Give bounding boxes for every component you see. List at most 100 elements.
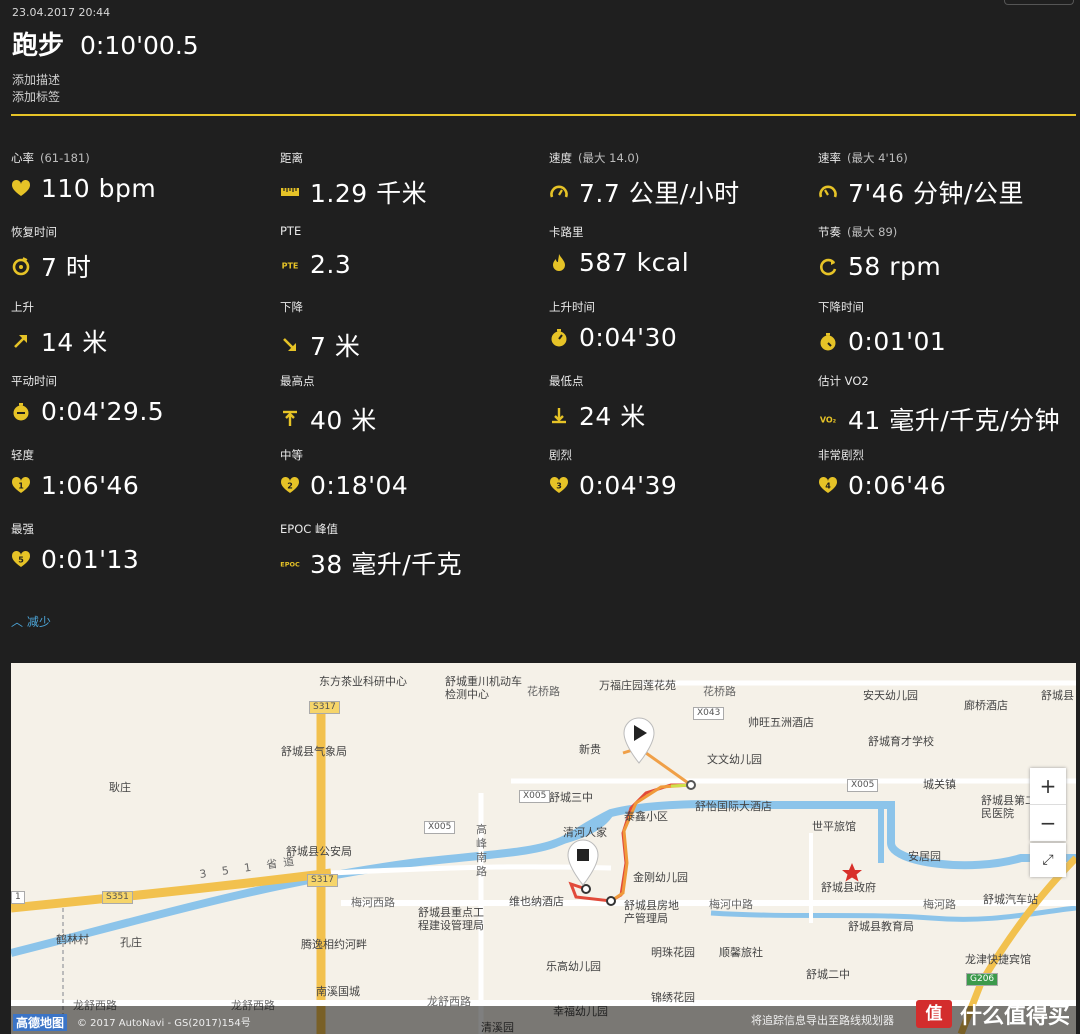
- map-road-badge: G206: [966, 973, 999, 986]
- map-poi-label[interactable]: 舒城县重点工程建设管理局: [418, 906, 486, 932]
- zoom-in-button[interactable]: +: [1030, 768, 1066, 804]
- map-poi-label[interactable]: 舒城三中: [549, 791, 593, 804]
- svg-text:1: 1: [18, 481, 24, 490]
- map-poi-label[interactable]: 清河人家: [563, 826, 607, 839]
- metric-label: 距离: [280, 151, 303, 165]
- ruler-icon: [280, 182, 300, 202]
- svg-text:2: 2: [287, 481, 293, 490]
- metric-arrow-up-right: 上升 14 米: [11, 299, 271, 359]
- metric-label: 轻度: [11, 448, 34, 462]
- map-poi-label[interactable]: 孔庄: [120, 936, 142, 949]
- metric-label: 恢复时间: [11, 225, 57, 239]
- map-poi-label[interactable]: 龙津快捷宾馆: [965, 953, 1031, 966]
- chevron-up-icon: ︿: [11, 615, 24, 629]
- metric-lowest-point: 最低点 24 米: [549, 373, 809, 433]
- workout-duration: 0:10'00.5: [80, 31, 199, 60]
- map-poi-label[interactable]: 万福庄园莲花苑: [599, 679, 676, 692]
- metric-value: 24 米: [579, 402, 646, 431]
- metric-stopwatch-flat: 平动时间 0:04'29.5: [11, 373, 271, 426]
- map-poi-label[interactable]: 顺馨旅社: [719, 946, 763, 959]
- map-poi-label[interactable]: 乐高幼儿园: [546, 960, 601, 973]
- metric-value: 14 米: [41, 328, 108, 357]
- map-road-label: 梅河路: [923, 898, 956, 911]
- metric-label: 估计 VO2: [818, 374, 869, 388]
- map-poi-label[interactable]: 维也纳酒店: [509, 895, 564, 908]
- map-poi-label[interactable]: 舒城县气象局: [281, 745, 347, 758]
- route-map[interactable]: 东方茶业科研中心 舒城重川机动车检测中心 万福庄园莲花苑安天幼儿园 舒城县廊桥酒店帅旺…: [11, 663, 1076, 1034]
- map-poi-label[interactable]: 城关镇: [923, 778, 956, 791]
- metric-value: 0:18'04: [310, 471, 409, 500]
- metric-highest-point: 最高点 40 米: [280, 373, 540, 437]
- map-poi-label[interactable]: 金刚幼儿园: [633, 871, 688, 884]
- metric-value: 38 毫升/千克: [310, 550, 463, 579]
- metric-recovery: 恢复时间 7 时: [11, 224, 271, 284]
- map-poi-label[interactable]: 新贵: [579, 743, 601, 756]
- map-poi-label[interactable]: 明珠花园: [651, 946, 695, 959]
- heart-icon: [11, 179, 31, 199]
- metric-pte: PTE PTE 2.3: [280, 224, 540, 279]
- map-poi-label[interactable]: 舒城县房地产管理局: [624, 899, 681, 925]
- metric-value: 0:01'13: [41, 545, 140, 574]
- metric-label: 速率 (最大 4'16): [818, 151, 908, 165]
- fullscreen-button[interactable]: ⤢: [1030, 843, 1066, 877]
- metric-label: 节奏 (最大 89): [818, 225, 898, 239]
- map-poi-label[interactable]: 文文幼儿园: [707, 753, 762, 766]
- map-poi-label[interactable]: 南溪国城: [316, 985, 360, 998]
- map-poi-label[interactable]: 舒城县政府: [821, 881, 876, 894]
- map-poi-label[interactable]: 舒怡国际大酒店: [695, 800, 772, 813]
- map-poi-label[interactable]: 舒城县: [1041, 689, 1074, 702]
- metric-value: 587 kcal: [579, 248, 690, 277]
- add-tags-link[interactable]: 添加标签: [12, 89, 1080, 106]
- map-poi-label[interactable]: 安天幼儿园: [863, 689, 918, 702]
- metric-value: 1.29 千米: [310, 179, 428, 208]
- metric-cadence: 节奏 (最大 89) 58 rpm: [818, 224, 1078, 281]
- metric-value: 2.3: [310, 250, 352, 279]
- map-poi-label[interactable]: 舒城重川机动车检测中心: [445, 675, 524, 701]
- top-right-control[interactable]: [1004, 0, 1074, 5]
- metric-label: 心率 (61-181): [11, 151, 90, 165]
- metric-label: 速度 (最大 14.0): [549, 151, 640, 165]
- map-poi-label[interactable]: 耿庄: [109, 781, 131, 794]
- metric-heart-zone-4: 非常剧烈 4 0:06'46: [818, 447, 1078, 500]
- map-poi-label[interactable]: 帅旺五洲酒店: [748, 716, 814, 729]
- map-road-badge: S317: [309, 701, 340, 714]
- speedometer-icon: [549, 182, 569, 202]
- svg-text:5: 5: [18, 555, 24, 564]
- add-description-link[interactable]: 添加描述: [12, 72, 1080, 89]
- map-zoom-control: + −: [1030, 768, 1066, 841]
- map-poi-label[interactable]: 舒城汽车站: [983, 893, 1038, 906]
- svg-text:4: 4: [825, 481, 831, 490]
- map-poi-label[interactable]: 世平旅馆: [812, 820, 856, 833]
- metric-label: 最强: [11, 522, 34, 536]
- map-poi-label[interactable]: 鹤林村: [56, 933, 89, 946]
- zoom-out-button[interactable]: −: [1030, 805, 1066, 841]
- svg-text:3: 3: [556, 481, 562, 490]
- map-road-label: 高峰南路: [476, 823, 487, 878]
- map-poi-label[interactable]: 安居园: [908, 850, 941, 863]
- heart-zone-3-icon: 3: [549, 476, 569, 496]
- metric-stopwatch-up: 上升时间 0:04'30: [549, 299, 809, 352]
- collapse-metrics-button[interactable]: ︿ 减少: [11, 613, 51, 630]
- watermark-text: 什么值得买: [959, 1004, 1070, 1029]
- map-poi-label[interactable]: 锦绣花园: [651, 991, 695, 1004]
- map-poi-label[interactable]: 腾逸相约河畔: [301, 938, 367, 951]
- arrow-up-right-icon: [11, 331, 31, 351]
- map-road-badge: X005: [847, 779, 879, 792]
- heart-zone-2-icon: 2: [280, 476, 300, 496]
- map-poi-label[interactable]: 舒城二中: [806, 968, 850, 981]
- map-poi-label[interactable]: 泰鑫小区: [624, 810, 668, 823]
- map-road-badge: X043: [693, 707, 725, 720]
- metric-sublabel: (最大 89): [847, 225, 898, 239]
- map-poi-label[interactable]: 舒城县教育局: [848, 920, 914, 933]
- map-poi-label[interactable]: 东方茶业科研中心: [319, 675, 407, 688]
- stopwatch-up-icon: [549, 328, 569, 348]
- export-route-link[interactable]: 将追踪信息导出至路线规划器: [751, 1012, 894, 1028]
- metric-label: 非常剧烈: [818, 448, 864, 462]
- map-poi-label[interactable]: 舒城育才学校: [868, 735, 934, 748]
- metric-value: 0:06'46: [848, 471, 947, 500]
- metric-value: 40 米: [310, 406, 377, 435]
- workout-header: 23.04.2017 20:44 跑步 0:10'00.5 添加描述 添加标签: [12, 6, 1080, 106]
- map-footer: 高德地图 © 2017 AutoNavi - GS(2017)154号 将追踪信…: [11, 1000, 1076, 1034]
- metric-value: 0:04'30: [579, 323, 678, 352]
- map-poi-label[interactable]: 廊桥酒店: [964, 699, 1008, 712]
